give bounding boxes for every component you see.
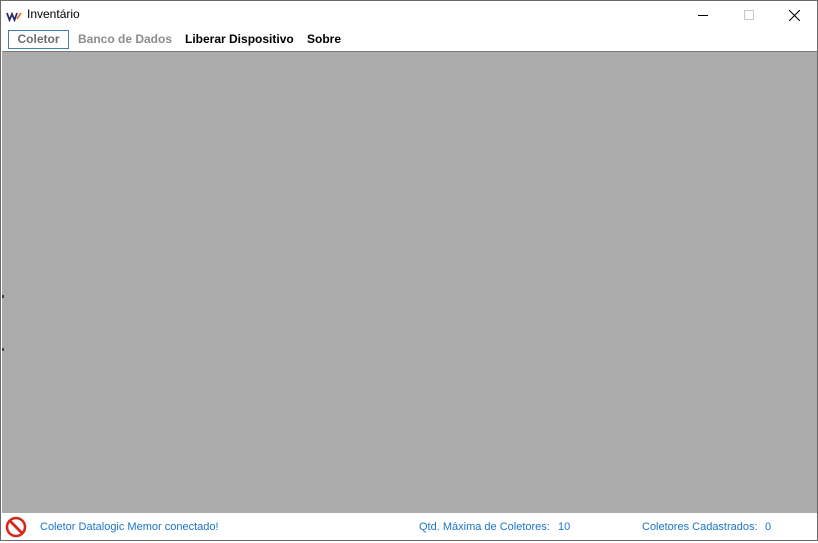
menu-item-liberar-dispositivo[interactable]: Liberar Dispositivo	[177, 30, 302, 49]
menu-item-coletor[interactable]: Coletor	[8, 30, 69, 49]
main-window: Inventário Coletor Banco de Dados Libera…	[0, 0, 818, 541]
maximize-button[interactable]	[726, 1, 772, 29]
max-collectors-value: 10	[558, 521, 571, 533]
close-icon	[788, 9, 800, 21]
close-button[interactable]	[771, 1, 817, 29]
status-bar: Coletor Datalogic Memor conectado! Qtd. …	[1, 513, 817, 540]
status-message: Coletor Datalogic Memor conectado!	[40, 521, 219, 533]
window-title: Inventário	[27, 7, 80, 21]
registered-collectors-value: 0	[765, 521, 772, 533]
menu-item-sobre[interactable]: Sobre	[299, 30, 349, 49]
no-entry-icon	[5, 516, 27, 538]
minimize-button[interactable]	[680, 1, 726, 29]
app-logo-icon	[6, 9, 22, 23]
minimize-icon	[698, 15, 708, 16]
resize-grip-mark	[2, 348, 4, 351]
resize-grip-mark	[2, 295, 4, 298]
max-collectors-label: Qtd. Máxima de Coletores:	[419, 521, 550, 533]
menu-bar: Coletor Banco de Dados Liberar Dispositi…	[1, 29, 817, 51]
title-bar[interactable]: Inventário	[1, 1, 817, 29]
registered-collectors-label: Coletores Cadastrados:	[642, 521, 758, 533]
maximize-icon	[744, 10, 754, 20]
mdi-client-area[interactable]	[2, 52, 817, 513]
menu-item-banco-de-dados[interactable]: Banco de Dados	[70, 30, 180, 49]
